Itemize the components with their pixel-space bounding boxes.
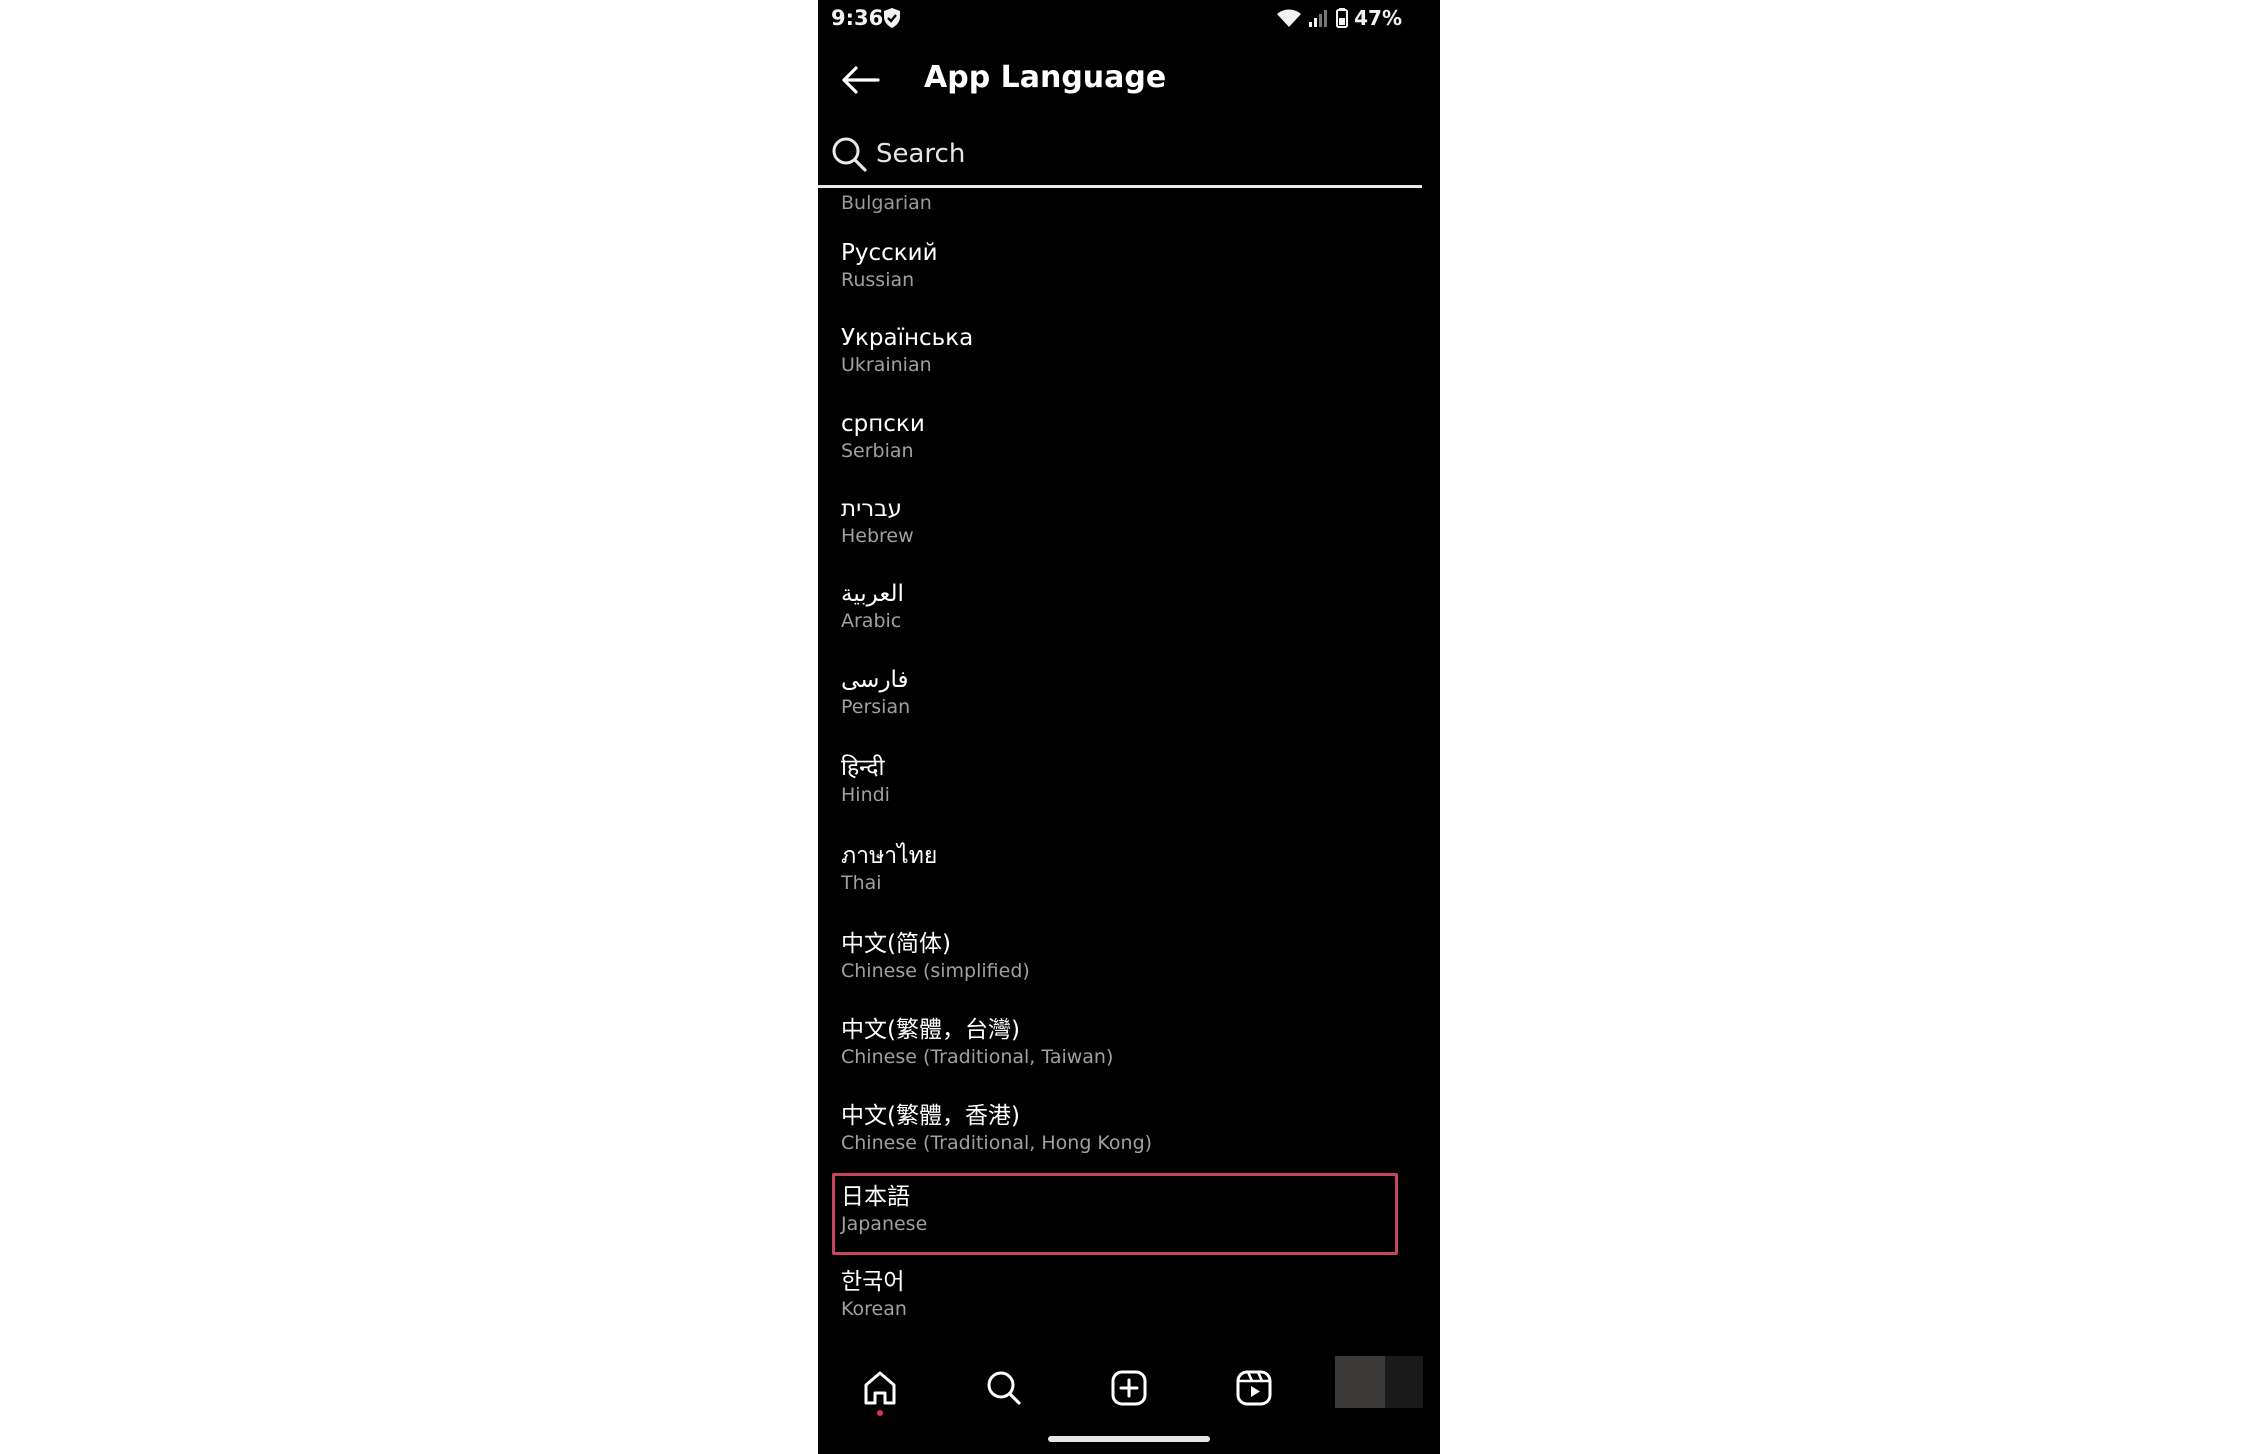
language-list: Bulgarian Русский Russian Українська Ukr… xyxy=(818,190,1440,1344)
language-item-hebrew[interactable]: עברית Hebrew xyxy=(832,488,1398,566)
language-item-chinese-simplified[interactable]: 中文(简体) Chinese (simplified) xyxy=(832,923,1398,1001)
back-button[interactable] xyxy=(838,58,882,102)
battery-percent: 47% xyxy=(1354,6,1402,30)
reels-icon xyxy=(1236,1370,1272,1406)
language-native-name: Українська xyxy=(841,325,974,351)
search-icon xyxy=(832,137,867,172)
language-native-name: עברית xyxy=(841,496,902,522)
status-bar: 9:36 47% xyxy=(818,0,1440,38)
language-native-name: العربية xyxy=(841,581,904,607)
profile-avatar[interactable] xyxy=(1335,1356,1423,1408)
language-item-ukrainian[interactable]: Українська Ukrainian xyxy=(832,317,1398,395)
search-input[interactable] xyxy=(876,132,1396,176)
notification-dot xyxy=(877,1410,883,1416)
nav-reels-button[interactable] xyxy=(1224,1358,1284,1418)
language-english-name: Arabic xyxy=(841,610,902,632)
language-english-name: Persian xyxy=(841,696,911,718)
profile-thumb-right xyxy=(1385,1356,1423,1408)
language-native-name: فارسی xyxy=(841,667,909,693)
language-item-chinese-traditional-taiwan[interactable]: 中文(繁體，台灣) Chinese (Traditional, Taiwan) xyxy=(832,1009,1398,1087)
nav-create-button[interactable] xyxy=(1099,1358,1159,1418)
language-native-name: 日本語 xyxy=(841,1184,910,1210)
search-icon xyxy=(987,1371,1021,1405)
language-item-chinese-traditional-hong-kong[interactable]: 中文(繁體，香港) Chinese (Traditional, Hong Kon… xyxy=(832,1095,1398,1173)
language-native-name: Русский xyxy=(841,240,938,266)
language-native-name: 中文(简体) xyxy=(841,931,951,957)
search-bar[interactable] xyxy=(818,124,1422,188)
language-native-name: 中文(繁體，香港) xyxy=(841,1103,1020,1129)
language-english-name: Chinese (simplified) xyxy=(841,960,1030,982)
language-native-name: српски xyxy=(841,411,925,437)
nav-search-button[interactable] xyxy=(974,1358,1034,1418)
language-item-russian[interactable]: Русский Russian xyxy=(832,232,1398,310)
language-item-hindi[interactable]: हिन्दी Hindi xyxy=(832,747,1398,825)
language-english-name: Japanese xyxy=(841,1213,928,1235)
language-english-name: Ukrainian xyxy=(841,354,932,376)
language-item-serbian[interactable]: српски Serbian xyxy=(832,403,1398,481)
phone-screen: 9:36 47% App Language Search Bulgarian Р… xyxy=(818,0,1440,1454)
language-native-name: 한국어 xyxy=(841,1269,905,1295)
language-item-thai[interactable]: ภาษาไทย Thai xyxy=(832,835,1398,913)
language-english-name: Russian xyxy=(841,269,915,291)
create-icon xyxy=(1111,1370,1147,1406)
shield-icon xyxy=(884,8,900,28)
status-time: 9:36 xyxy=(831,6,884,30)
language-english-name: Thai xyxy=(841,872,882,894)
language-english-name: Hindi xyxy=(841,784,890,806)
language-native-name: हिन्दी xyxy=(841,755,885,781)
language-english-name: Serbian xyxy=(841,440,914,462)
language-item-korean[interactable]: 한국어 Korean xyxy=(832,1261,1398,1339)
language-item-persian[interactable]: فارسی Persian xyxy=(832,659,1398,737)
page-title: App Language xyxy=(924,60,1167,95)
signal-icon xyxy=(1309,10,1328,27)
battery-icon xyxy=(1336,8,1349,28)
language-english-name: Chinese (Traditional, Taiwan) xyxy=(841,1046,1114,1068)
nav-home-button[interactable] xyxy=(850,1358,910,1418)
back-arrow-icon xyxy=(842,66,880,94)
home-icon xyxy=(864,1371,896,1405)
language-item-japanese[interactable]: 日本語 Japanese xyxy=(832,1173,1398,1255)
language-native-name: ภาษาไทย xyxy=(841,843,938,869)
language-item-bulgarian-partial[interactable]: Bulgarian xyxy=(841,192,932,214)
profile-thumb-left xyxy=(1335,1356,1385,1408)
home-indicator-bar[interactable] xyxy=(1048,1436,1210,1442)
language-english-name: Hebrew xyxy=(841,525,914,547)
language-english-name: Korean xyxy=(841,1298,907,1320)
bottom-nav xyxy=(818,1344,1440,1454)
status-icons: 47% xyxy=(1276,6,1402,30)
language-item-arabic[interactable]: العربية Arabic xyxy=(832,573,1398,651)
wifi-icon xyxy=(1277,9,1302,27)
header: App Language xyxy=(818,44,1440,114)
language-native-name: 中文(繁體，台灣) xyxy=(841,1017,1020,1043)
language-english-name: Chinese (Traditional, Hong Kong) xyxy=(841,1132,1153,1154)
